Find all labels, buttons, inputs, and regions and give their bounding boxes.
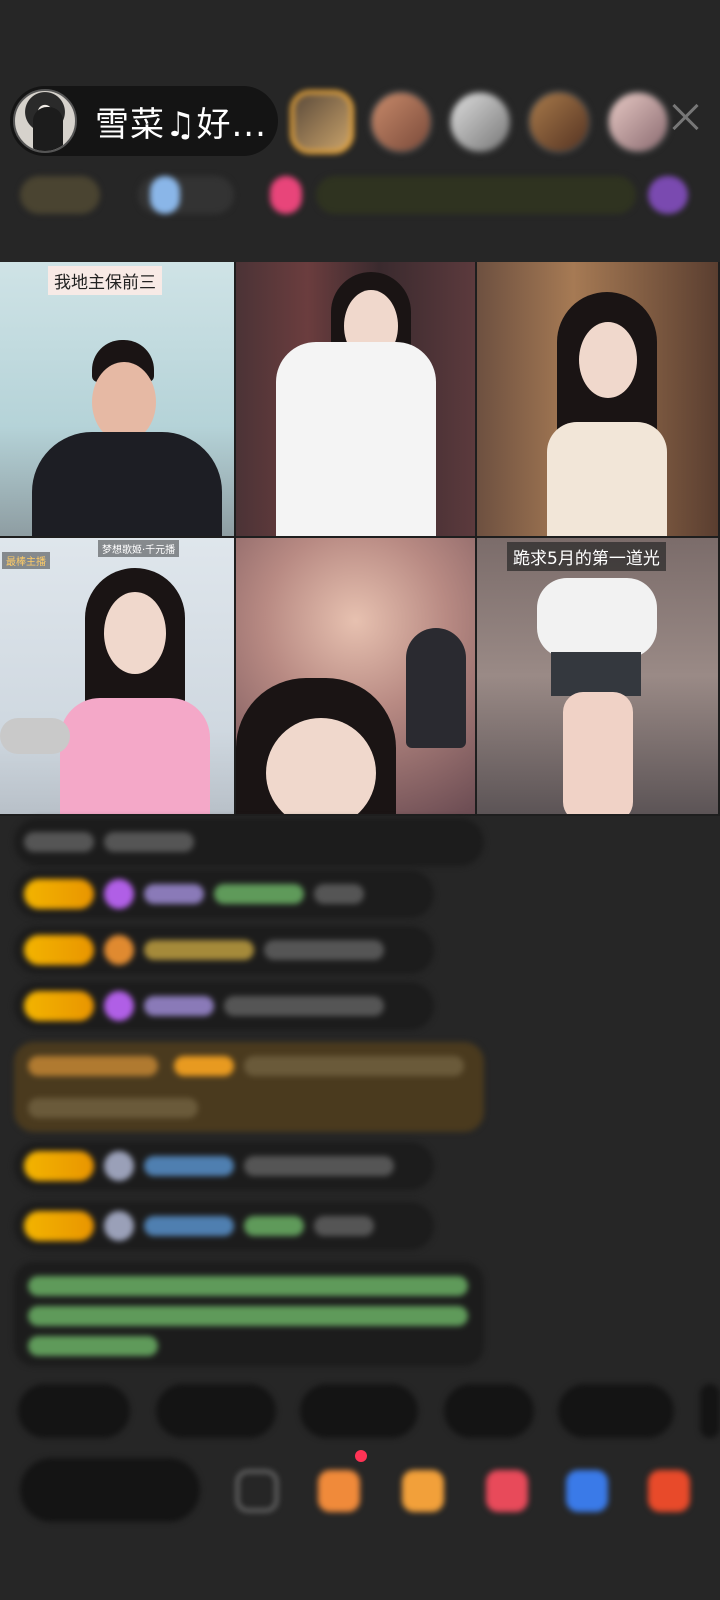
quick-reply-chip[interactable] <box>558 1384 674 1438</box>
video-tile[interactable] <box>477 262 720 538</box>
quick-reply-chip[interactable] <box>18 1384 130 1438</box>
chat-bubble-icon[interactable] <box>566 1470 608 1512</box>
video-tile[interactable]: 跪求5月的第一道光 <box>477 538 720 816</box>
quick-reply-chip[interactable] <box>700 1384 720 1438</box>
chat-message[interactable] <box>14 1202 434 1250</box>
video-tile[interactable]: 我地主保前三 <box>0 262 236 538</box>
chat-message[interactable] <box>14 982 434 1030</box>
notification-dot <box>355 1450 367 1462</box>
room-info-row <box>20 172 700 218</box>
heart-icon[interactable] <box>486 1470 528 1512</box>
comment-input[interactable] <box>20 1458 200 1522</box>
tile-label: 跪求5月的第一道光 <box>507 542 666 571</box>
tile-label: 我地主保前三 <box>48 266 162 295</box>
chat-message[interactable] <box>14 818 484 866</box>
video-tile[interactable]: 最棒主播 梦想歌姬·千元播 <box>0 538 236 816</box>
chat-message[interactable] <box>14 870 434 918</box>
video-tile[interactable] <box>236 538 477 816</box>
multi-guest-video-grid: 我地主保前三 最棒主播 梦想歌姬·千元播 跪求5月的第一道光 <box>0 262 720 816</box>
top-viewers <box>290 90 670 154</box>
quick-reply-chip[interactable] <box>300 1384 418 1438</box>
viewer-avatar[interactable] <box>606 90 670 154</box>
highlighted-chat-message[interactable] <box>14 1042 484 1132</box>
viewer-avatar[interactable] <box>290 90 354 154</box>
quick-reply-chip[interactable] <box>444 1384 534 1438</box>
viewer-avatar[interactable] <box>527 90 591 154</box>
close-icon[interactable] <box>668 100 702 134</box>
system-notice <box>14 1262 484 1366</box>
chat-message[interactable] <box>14 1142 434 1190</box>
host-name: 雪菜♫好... <box>95 104 267 145</box>
quick-reply-chip[interactable] <box>156 1384 276 1438</box>
video-tile[interactable] <box>236 262 477 538</box>
grid-icon[interactable] <box>236 1470 278 1512</box>
gift-icon[interactable] <box>648 1470 690 1512</box>
gift-box-icon[interactable] <box>318 1470 360 1512</box>
host-avatar[interactable] <box>13 89 77 153</box>
tile-small-label: 梦想歌姬·千元播 <box>98 540 180 557</box>
viewer-avatar[interactable] <box>369 90 433 154</box>
treasure-icon[interactable] <box>402 1470 444 1512</box>
viewer-avatar[interactable] <box>448 90 512 154</box>
chat-message[interactable] <box>14 926 434 974</box>
host-info-pill[interactable]: 雪菜♫好... <box>10 86 278 156</box>
